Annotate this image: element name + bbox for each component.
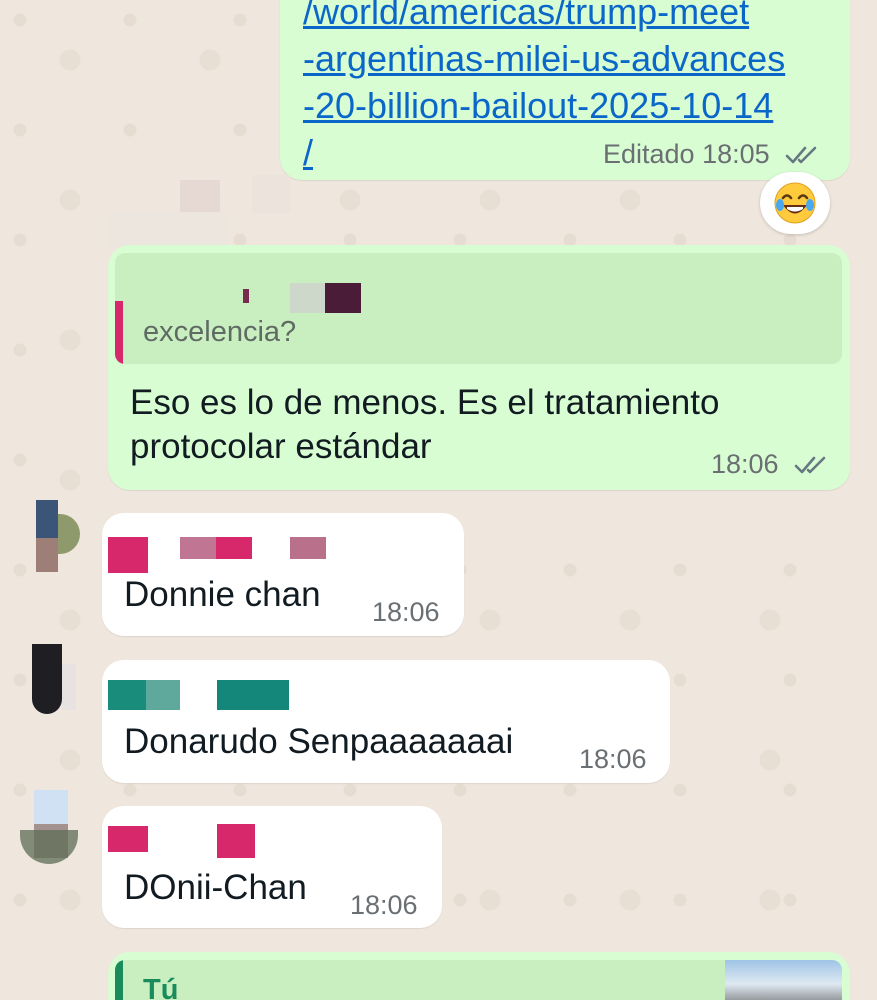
privacy-blur [180,537,216,559]
link-line[interactable]: /world/americas/trump-meet [303,0,749,32]
message-line: protocolar estándar [130,427,432,466]
privacy-blur [180,180,220,212]
message-text: Eso es lo de menos. Es el tratamiento pr… [130,381,719,469]
privacy-blur [252,175,290,213]
quoted-message[interactable]: excelencia? [115,253,842,364]
edited-label: Editado [603,139,695,169]
privacy-blur [108,537,148,573]
avatar[interactable] [20,644,76,720]
reaction-badge[interactable] [760,172,830,234]
privacy-blur [217,824,255,858]
message-time: 18:06 [579,744,647,774]
quoted-message[interactable]: Tú [115,960,842,1000]
quote-bar [115,301,123,364]
privacy-blur [217,680,289,710]
double-check-icon [785,146,817,164]
privacy-blur [290,283,326,313]
link-line[interactable]: -20-billion-bailout-2025-10-14 [303,85,773,126]
double-check-icon [794,456,826,474]
message-text: Donnie chan [124,575,321,614]
privacy-blur [216,537,252,559]
quoted-image-thumbnail [725,960,842,1000]
quoted-text: excelencia? [143,316,297,348]
privacy-blur [108,680,146,710]
privacy-blur [290,537,326,559]
link-line[interactable]: / [303,132,313,173]
laughing-tears-emoji-icon [774,182,816,224]
avatar[interactable] [20,500,80,572]
quote-bar [115,960,123,1000]
message-text: DOnii-Chan [124,868,307,907]
privacy-blur [325,283,361,313]
privacy-blur [146,680,180,710]
message-time: 18:06 [372,597,440,627]
avatar[interactable] [20,790,80,866]
quoted-sender: Tú [143,974,179,1000]
message-time: 18:06 [711,449,779,479]
message-time: 18:05 [702,139,770,169]
privacy-blur [108,826,148,852]
message-meta: Editado 18:05 [603,139,821,170]
message-line: Eso es lo de menos. Es el tratamiento [130,383,720,422]
link-line[interactable]: -argentinas-milei-us-advances [303,38,785,79]
message-time: 18:06 [350,890,418,920]
message-text: Donarudo Senpaaaaaaai [124,722,514,761]
privacy-blur [243,289,249,303]
message-meta: 18:06 [711,449,830,480]
